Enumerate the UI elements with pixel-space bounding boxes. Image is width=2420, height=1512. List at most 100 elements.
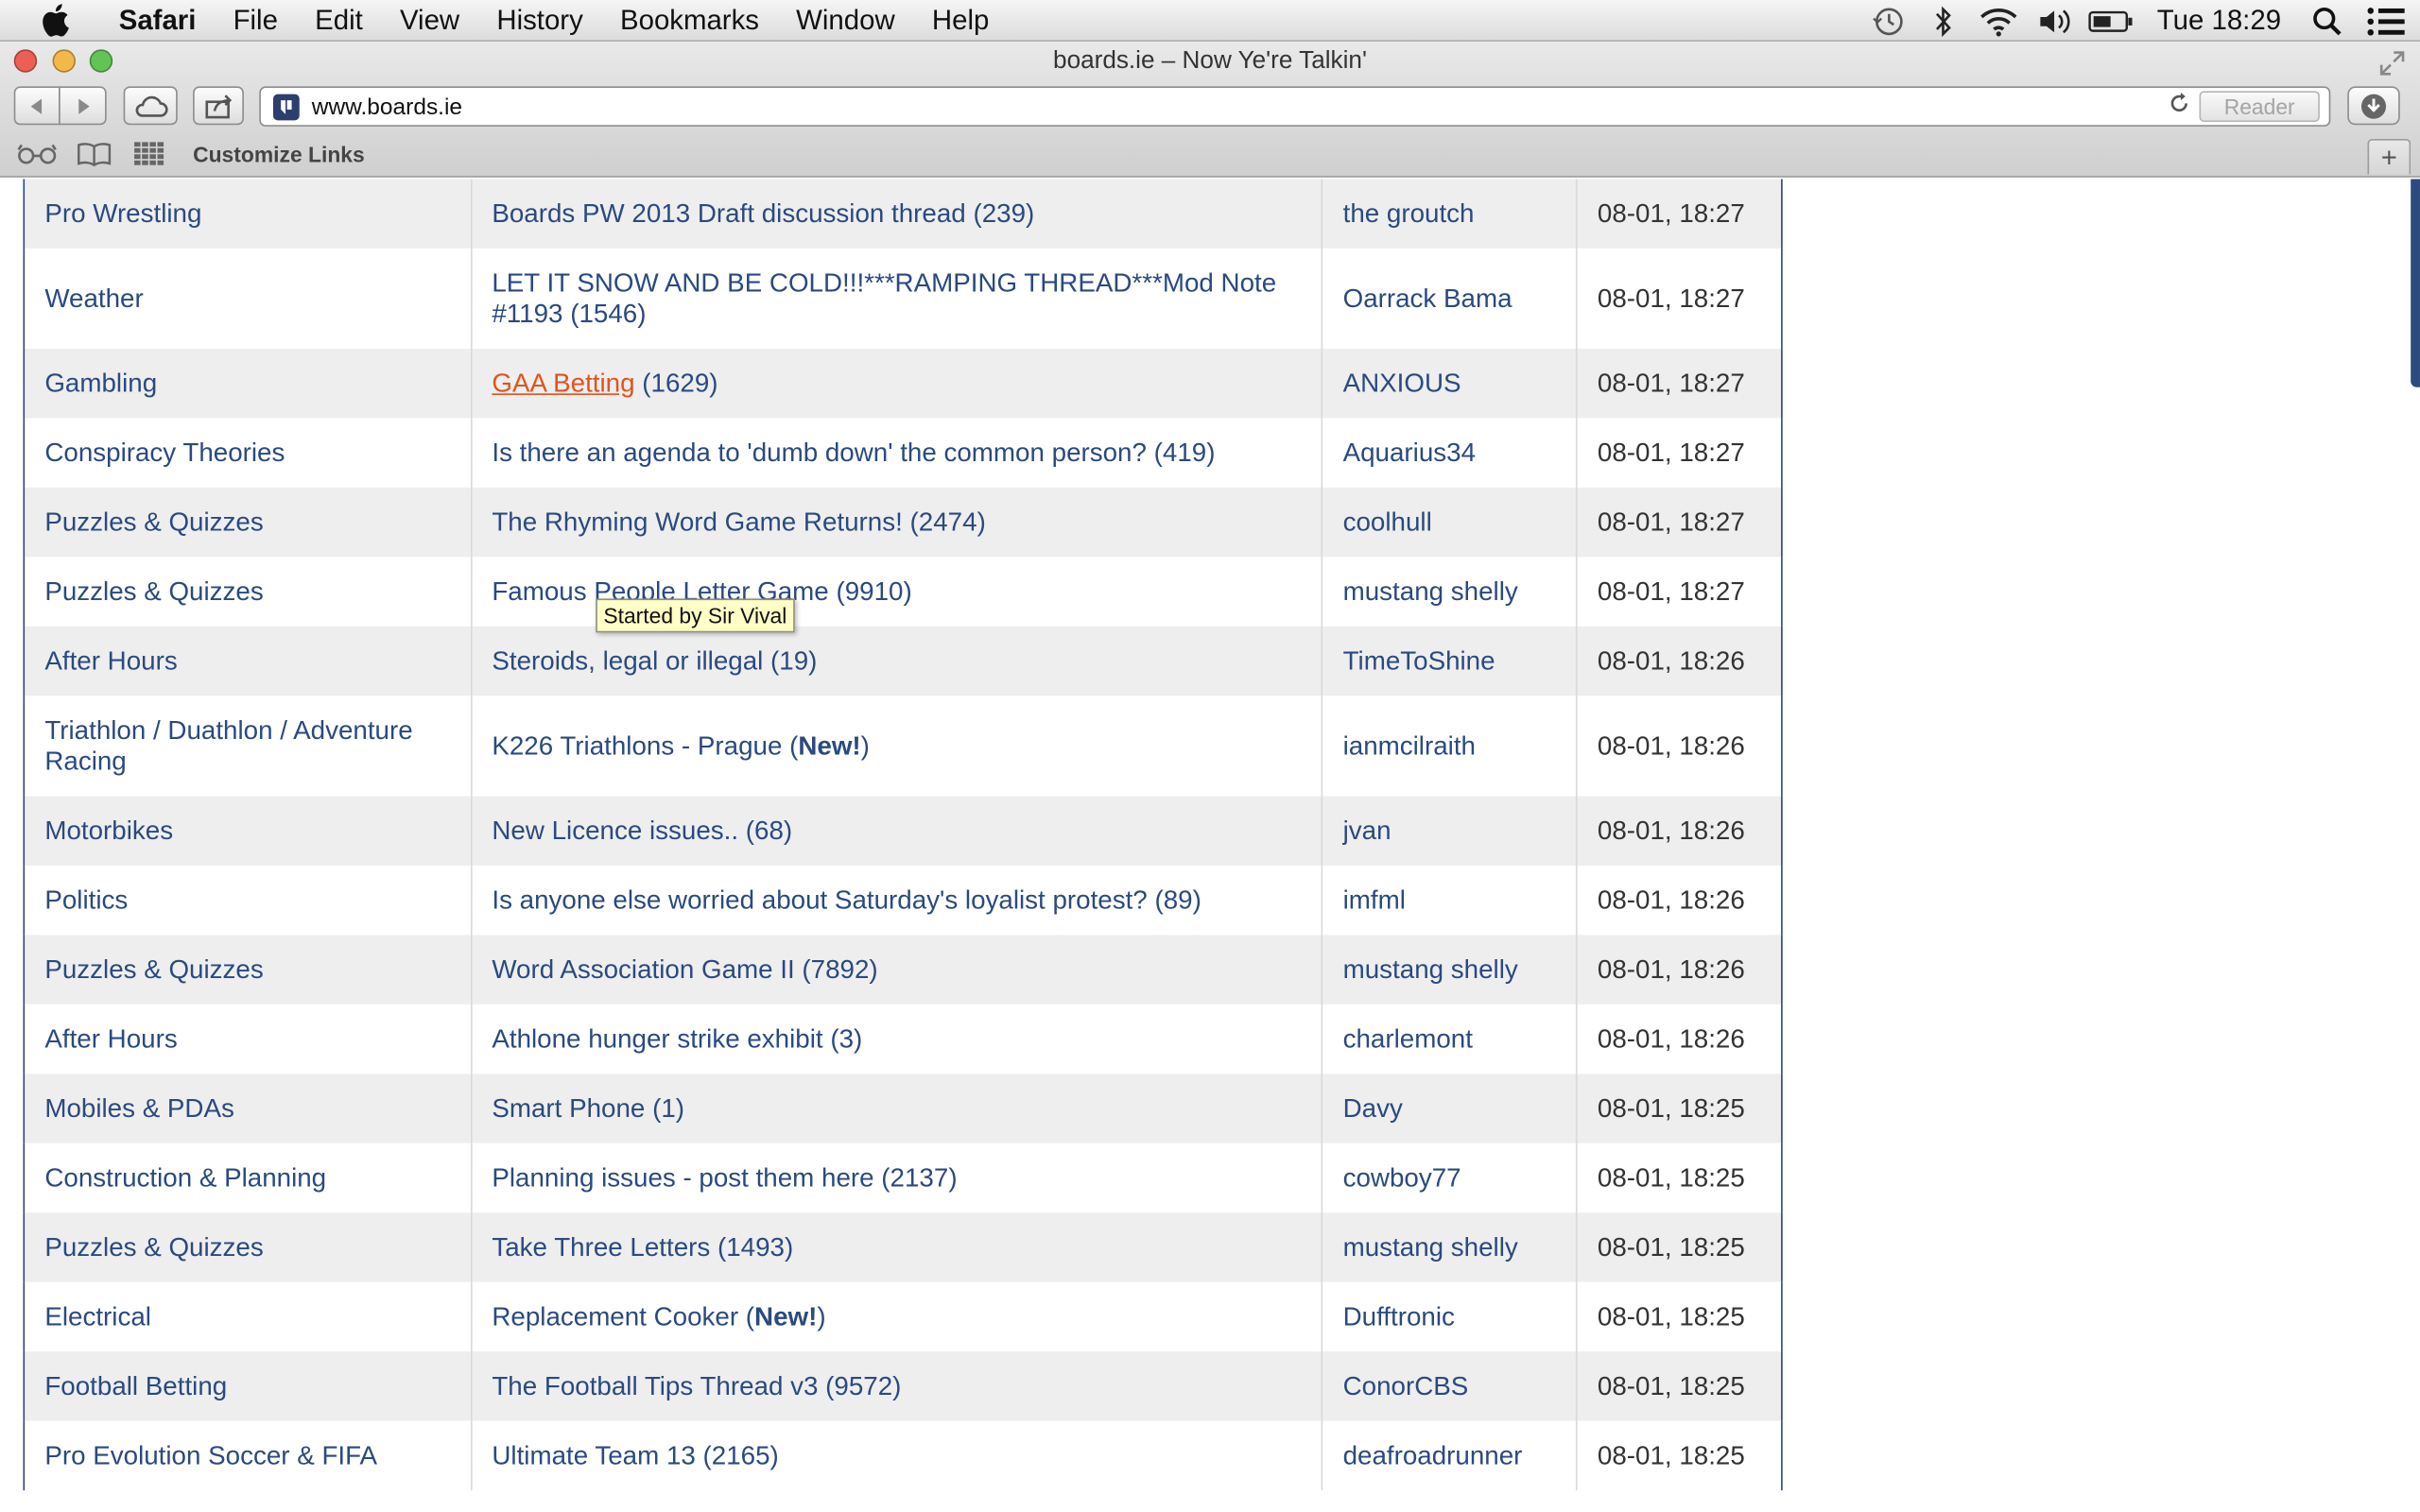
post-time: 08-01, 18:27 — [1597, 368, 1745, 398]
username-link[interactable]: coolhull — [1343, 507, 1432, 536]
bookmarks-book-icon[interactable] — [78, 142, 112, 167]
new-thread-badge: New! — [754, 1301, 818, 1332]
thread-title-link[interactable]: Is anyone else worried about Saturday's … — [492, 885, 1147, 914]
username-link[interactable]: Oarrack Bama — [1343, 284, 1512, 313]
username-link[interactable]: mustang shelly — [1343, 1232, 1518, 1262]
downloads-button[interactable] — [2347, 86, 2400, 126]
forum-link[interactable]: Puzzles & Quizzes — [44, 954, 263, 984]
username-link[interactable]: ianmcilraith — [1343, 730, 1476, 760]
thread-title-link[interactable]: The Football Tips Thread v3 — [492, 1371, 818, 1400]
forum-link[interactable]: Football Betting — [44, 1371, 227, 1400]
username-link[interactable]: Aquarius34 — [1343, 438, 1476, 467]
username-link[interactable]: TimeToShine — [1343, 645, 1495, 675]
battery-icon[interactable] — [2080, 0, 2141, 42]
volume-icon[interactable] — [2028, 0, 2081, 42]
reading-list-icon[interactable] — [17, 144, 57, 165]
username-link[interactable]: the groutch — [1343, 198, 1475, 228]
forum-link[interactable]: Motorbikes — [44, 816, 173, 845]
forum-link[interactable]: Electrical — [44, 1301, 151, 1331]
reload-icon[interactable] — [2169, 92, 2190, 122]
scrollbar[interactable] — [2408, 179, 2420, 1512]
post-time: 08-01, 18:25 — [1597, 1162, 1745, 1193]
menubar-clock[interactable]: Tue 18:29 — [2157, 5, 2281, 37]
username-link[interactable]: jvan — [1343, 816, 1392, 845]
menu-edit[interactable]: Edit — [297, 4, 382, 36]
username-link[interactable]: Dufftronic — [1343, 1301, 1455, 1331]
forum-link[interactable]: After Hours — [44, 645, 177, 675]
time-machine-icon[interactable] — [1860, 0, 1916, 42]
username-link[interactable]: Davy — [1343, 1093, 1403, 1123]
new-tab-button[interactable]: + — [2367, 138, 2411, 175]
forum-link[interactable]: Construction & Planning — [44, 1162, 326, 1192]
forum-link[interactable]: Gambling — [44, 368, 157, 397]
thread-title-link[interactable]: Smart Phone — [492, 1093, 645, 1123]
bluetooth-icon[interactable] — [1916, 0, 1969, 42]
username-link[interactable]: mustang shelly — [1343, 954, 1518, 984]
wifi-icon[interactable] — [1969, 0, 2028, 42]
reader-button[interactable]: Reader — [2199, 91, 2320, 122]
thread-row: Pro Evolution Soccer & FIFA Ultimate Team… — [24, 1420, 1782, 1491]
forum-link[interactable]: After Hours — [44, 1023, 177, 1053]
back-button[interactable] — [13, 86, 60, 126]
fullscreen-icon[interactable] — [2377, 48, 2408, 79]
post-time: 08-01, 18:26 — [1597, 954, 1745, 984]
forum-link[interactable]: Triathlon / Duathlon / Adventure Racing — [44, 715, 412, 776]
menu-view[interactable]: View — [381, 4, 477, 36]
forum-link[interactable]: Mobiles & PDAs — [44, 1093, 234, 1123]
menu-file[interactable]: File — [215, 4, 297, 36]
spotlight-search-icon[interactable] — [2303, 0, 2352, 42]
thread-title-link[interactable]: Athlone hunger strike exhibit — [492, 1023, 822, 1053]
page-content: Pro Wrestling Boards PW 2013 Draft discus… — [0, 179, 2420, 1512]
thread-title-link[interactable]: Boards PW 2013 Draft discussion thread — [492, 198, 965, 228]
post-time: 08-01, 18:26 — [1597, 645, 1745, 676]
username-link[interactable]: cowboy77 — [1343, 1162, 1461, 1192]
forum-link[interactable]: Puzzles & Quizzes — [44, 507, 263, 536]
username-link[interactable]: mustang shelly — [1343, 576, 1518, 606]
menu-help[interactable]: Help — [913, 4, 1008, 36]
icloud-tabs-button[interactable] — [123, 86, 178, 126]
thread-title-link[interactable]: Ultimate Team 13 — [492, 1440, 695, 1469]
thread-title-link[interactable]: Word Association Game II — [492, 954, 794, 984]
forum-link[interactable]: Pro Wrestling — [44, 198, 201, 228]
thread-title-link[interactable]: Take Three Letters — [492, 1232, 710, 1262]
post-time: 08-01, 18:25 — [1597, 1301, 1745, 1332]
thread-title-link[interactable]: K226 Triathlons - Prague — [492, 730, 782, 760]
menu-bar: Safari File Edit View History Bookmarks … — [0, 0, 2420, 43]
forum-link[interactable]: Pro Evolution Soccer & FIFA — [44, 1440, 377, 1469]
forum-link[interactable]: Puzzles & Quizzes — [44, 1232, 263, 1262]
forum-link[interactable]: Weather — [44, 284, 143, 313]
thread-title-link[interactable]: Is there an agenda to 'dumb down' the co… — [492, 438, 1147, 467]
thread-title-link[interactable]: Planning issues - post them here — [492, 1162, 873, 1192]
menu-bookmarks[interactable]: Bookmarks — [601, 4, 777, 36]
thread-title-link[interactable]: Steroids, legal or illegal — [492, 645, 763, 675]
customize-links-bookmark[interactable]: Customize Links — [193, 142, 365, 166]
username-link[interactable]: deafroadrunner — [1343, 1440, 1523, 1469]
thread-title-link[interactable]: New Licence issues.. — [492, 816, 738, 845]
address-bar[interactable]: www.boards.ie Reader — [259, 86, 2331, 127]
menu-history[interactable]: History — [478, 4, 602, 36]
menu-window[interactable]: Window — [778, 4, 914, 36]
share-button[interactable] — [193, 86, 244, 126]
notification-center-icon[interactable] — [2352, 0, 2420, 42]
forum-link[interactable]: Puzzles & Quizzes — [44, 576, 263, 606]
top-sites-grid-icon[interactable] — [134, 142, 165, 166]
post-time: 08-01, 18:26 — [1597, 1023, 1745, 1054]
thread-row: Politics Is anyone else worried about Sat… — [24, 865, 1782, 936]
thread-title-link[interactable]: Replacement Cooker — [492, 1301, 738, 1331]
thread-row: Puzzles & Quizzes The Rhyming Word Game R… — [24, 487, 1782, 558]
apple-icon[interactable] — [36, 3, 76, 37]
menu-safari[interactable]: Safari — [100, 4, 215, 36]
thread-title-link[interactable]: GAA Betting — [492, 368, 634, 397]
thread-title-link[interactable]: The Rhyming Word Game Returns! — [492, 507, 902, 536]
forum-link[interactable]: Conspiracy Theories — [44, 438, 285, 467]
forward-button[interactable] — [59, 86, 107, 126]
post-time: 08-01, 18:25 — [1597, 1092, 1745, 1123]
url-text[interactable]: www.boards.ie — [312, 94, 462, 120]
reply-count: 239 — [981, 198, 1027, 228]
scrollbar-thumb[interactable] — [2411, 179, 2420, 387]
username-link[interactable]: ConorCBS — [1343, 1371, 1469, 1400]
username-link[interactable]: ANXIOUS — [1343, 368, 1461, 397]
username-link[interactable]: imfml — [1343, 885, 1406, 914]
forum-link[interactable]: Politics — [44, 885, 128, 914]
username-link[interactable]: charlemont — [1343, 1023, 1473, 1053]
